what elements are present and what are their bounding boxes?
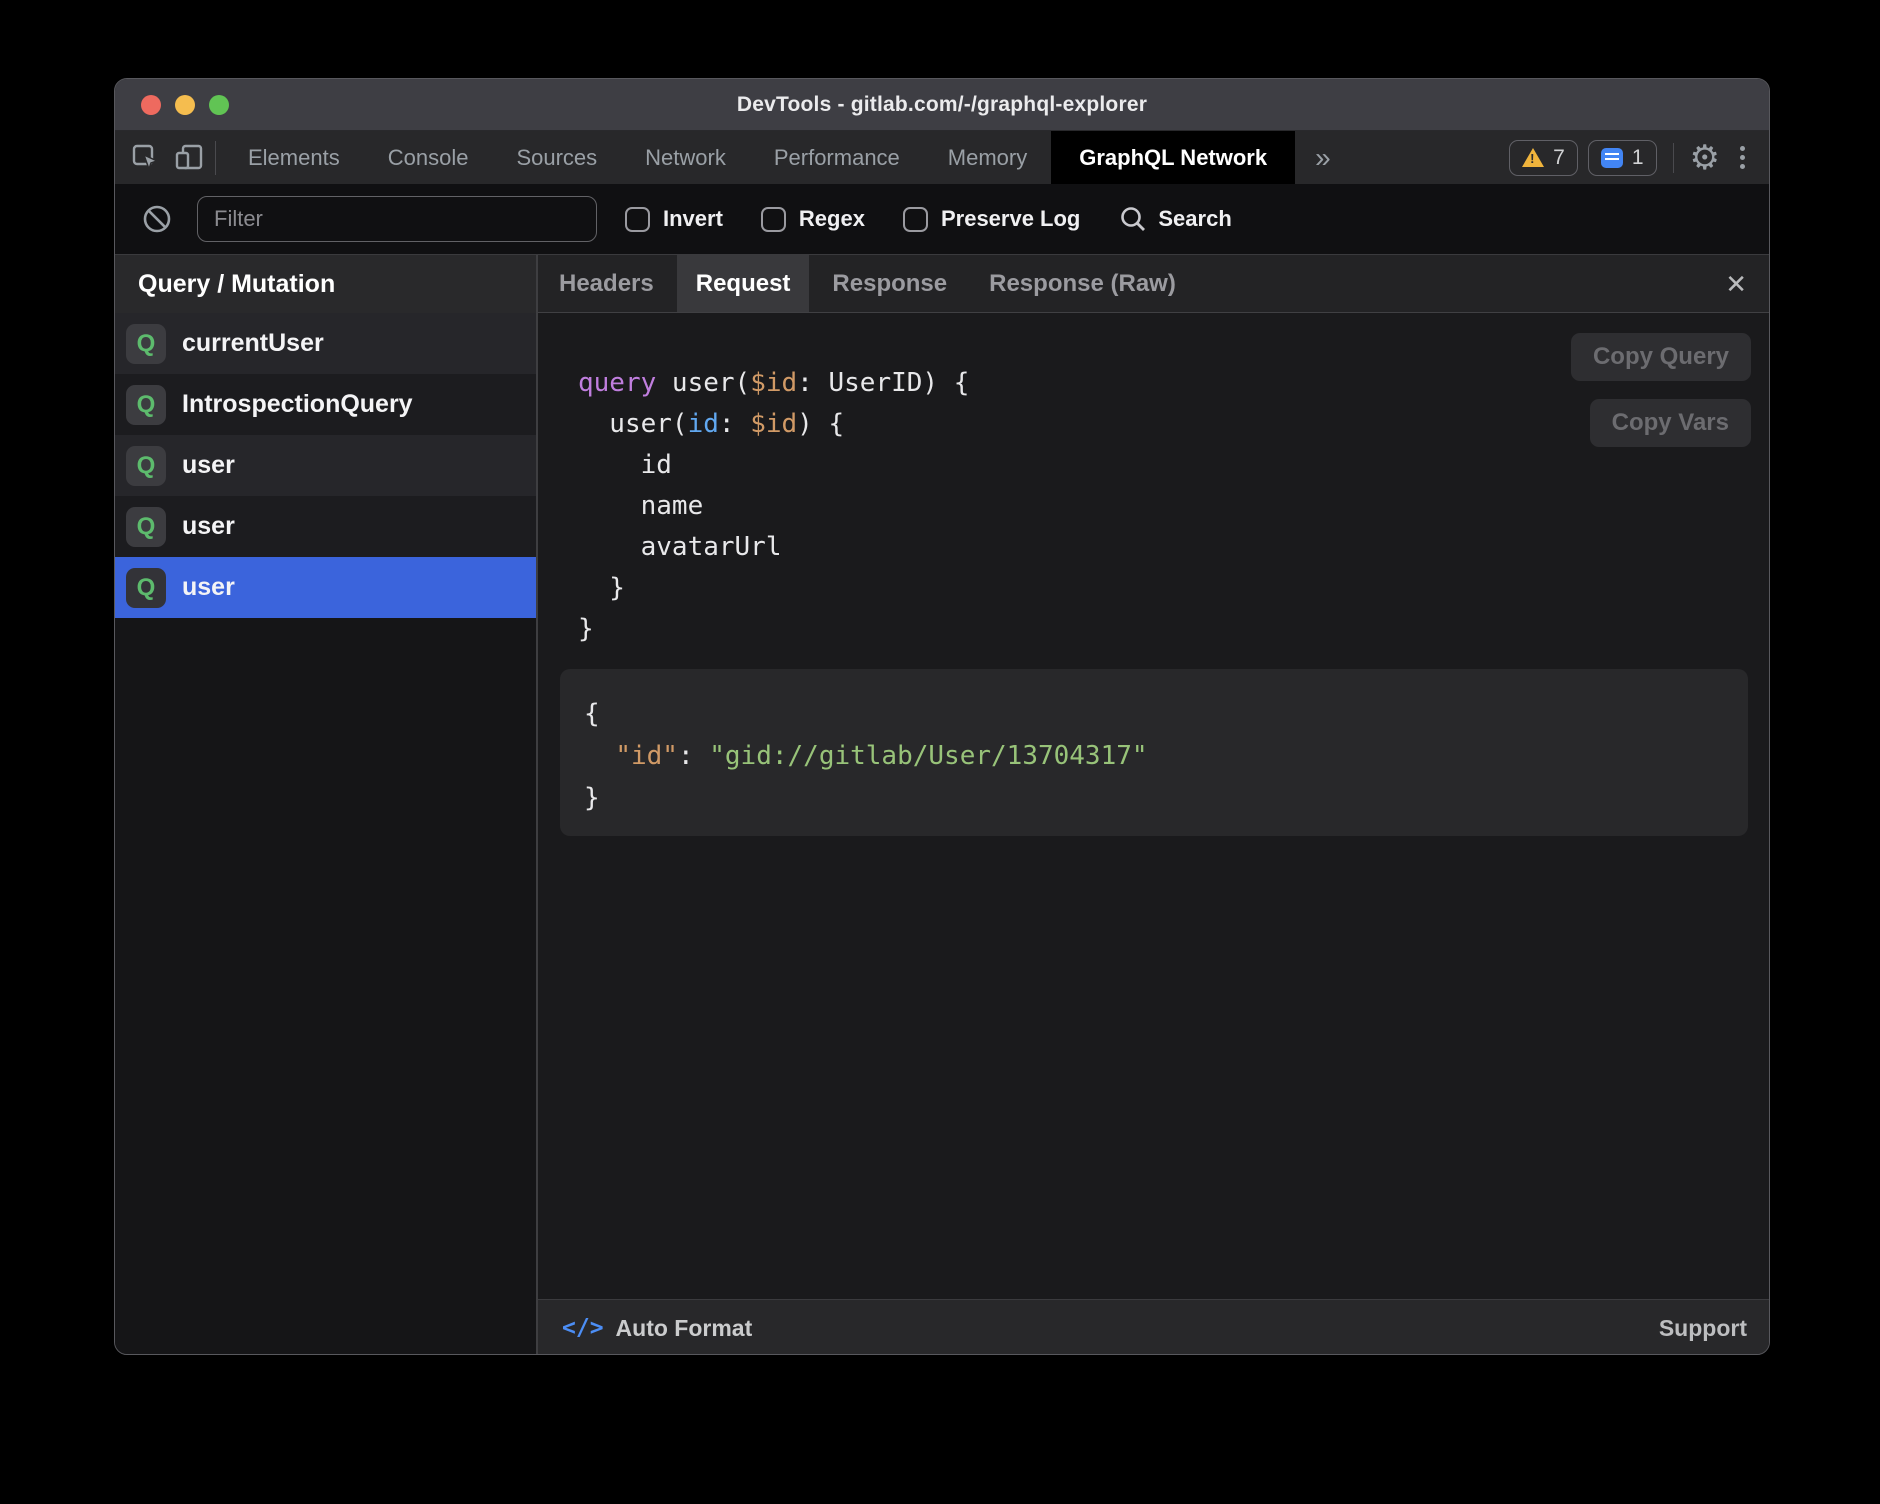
close-window-button[interactable] — [141, 95, 161, 115]
filter-input[interactable] — [197, 196, 597, 242]
request-tab-content: query user($id: UserID) { user(id: $id) … — [538, 313, 1769, 1299]
query-type-badge: Q — [126, 324, 166, 364]
zoom-window-button[interactable] — [209, 95, 229, 115]
search-label: Search — [1158, 206, 1231, 232]
devtools-tab-memory[interactable]: Memory — [924, 131, 1051, 184]
code-line: avatarUrl — [578, 527, 1769, 568]
query-type-badge: Q — [126, 507, 166, 547]
window-title: DevTools - gitlab.com/-/graphql-explorer — [737, 93, 1147, 117]
query-list-item-user-3[interactable]: Quser — [115, 496, 536, 557]
query-list-item-user-4[interactable]: Quser — [115, 557, 536, 618]
code-line: } — [578, 609, 1769, 650]
query-list-item-user-2[interactable]: Quser — [115, 435, 536, 496]
query-type-badge: Q — [126, 446, 166, 486]
code-line: name — [578, 486, 1769, 527]
checkbox-box[interactable] — [761, 207, 786, 232]
clear-filter-icon[interactable] — [141, 203, 173, 235]
code-line: } — [584, 777, 1748, 819]
code-line: { — [584, 693, 1748, 735]
toolbar-divider — [215, 141, 216, 175]
checkbox-preserve-log[interactable]: Preserve Log — [903, 206, 1080, 232]
tab-request[interactable]: Request — [677, 255, 810, 312]
code-line: "id": "gid://gitlab/User/13704317" — [584, 735, 1748, 777]
settings-gear-icon[interactable]: ⚙ — [1690, 141, 1720, 175]
query-type-badge: Q — [126, 568, 166, 608]
inspect-element-icon[interactable] — [131, 143, 161, 173]
tab-response[interactable]: Response — [813, 255, 966, 312]
copy-vars-button[interactable]: Copy Vars — [1590, 399, 1751, 447]
warning-count: 7 — [1553, 146, 1565, 170]
device-toolbar-icon[interactable] — [175, 143, 205, 173]
code-line: id — [578, 445, 1769, 486]
devtools-tab-network[interactable]: Network — [621, 131, 750, 184]
tab-headers[interactable]: Headers — [540, 255, 673, 312]
devtools-tabs: ElementsConsoleSourcesNetworkPerformance… — [224, 131, 1295, 184]
checkbox-regex[interactable]: Regex — [761, 206, 865, 232]
filter-bar: Invert Regex Preserve Log Search — [115, 184, 1769, 255]
search-icon — [1118, 204, 1148, 234]
query-variables-box: { "id": "gid://gitlab/User/13704317"} — [560, 669, 1748, 836]
message-icon — [1601, 148, 1623, 168]
checkbox-label: Regex — [799, 206, 865, 232]
tab-response-raw[interactable]: Response (Raw) — [970, 255, 1195, 312]
toolbar-divider — [1673, 143, 1674, 173]
query-list-sidebar: Query / Mutation QcurrentUserQIntrospect… — [115, 255, 536, 1355]
query-name-label: user — [182, 451, 235, 480]
sidebar-header: Query / Mutation — [115, 255, 536, 313]
query-list: QcurrentUserQIntrospectionQueryQuserQuse… — [115, 313, 536, 618]
devtools-tab-elements[interactable]: Elements — [224, 131, 364, 184]
warning-icon — [1522, 148, 1544, 167]
code-brackets-icon: </> — [562, 1315, 604, 1341]
query-name-label: IntrospectionQuery — [182, 390, 413, 419]
devtools-tab-graphql-network[interactable]: GraphQL Network — [1051, 131, 1295, 184]
request-detail-panel: HeadersRequestResponseResponse (Raw) ✕ qu… — [538, 255, 1769, 1355]
minimize-window-button[interactable] — [175, 95, 195, 115]
query-type-badge: Q — [126, 385, 166, 425]
checkbox-invert[interactable]: Invert — [625, 206, 723, 232]
query-name-label: user — [182, 573, 235, 602]
checkbox-label: Preserve Log — [941, 206, 1080, 232]
devtools-tab-performance[interactable]: Performance — [750, 131, 924, 184]
title-bar: DevTools - gitlab.com/-/graphql-explorer — [115, 79, 1769, 131]
detail-tabs: HeadersRequestResponseResponse (Raw) ✕ — [538, 255, 1769, 313]
copy-query-button[interactable]: Copy Query — [1571, 333, 1751, 381]
panel-footer: </> Auto Format Support — [538, 1299, 1769, 1355]
devtools-tab-console[interactable]: Console — [364, 131, 493, 184]
traffic-lights — [141, 79, 229, 131]
auto-format-label: Auto Format — [616, 1315, 753, 1342]
more-options-icon[interactable] — [1730, 146, 1755, 169]
query-list-item-introspectionquery-1[interactable]: Q IntrospectionQuery — [115, 374, 536, 435]
devtools-tab-bar: ElementsConsoleSourcesNetworkPerformance… — [115, 131, 1769, 184]
issues-badge[interactable]: 1 — [1588, 140, 1657, 176]
query-name-label: user — [182, 512, 235, 541]
auto-format-button[interactable]: </> Auto Format — [562, 1315, 752, 1342]
close-panel-icon[interactable]: ✕ — [1719, 255, 1753, 313]
devtools-window: DevTools - gitlab.com/-/graphql-explorer… — [114, 78, 1770, 1355]
search-control[interactable]: Search — [1118, 204, 1231, 234]
query-list-item-currentuser-0[interactable]: QcurrentUser — [115, 313, 536, 374]
devtools-tab-sources[interactable]: Sources — [492, 131, 621, 184]
support-link[interactable]: Support — [1659, 1315, 1747, 1342]
warnings-badge[interactable]: 7 — [1509, 140, 1578, 176]
more-tabs-icon[interactable]: » — [1295, 131, 1351, 184]
checkbox-box[interactable] — [625, 207, 650, 232]
message-count: 1 — [1632, 146, 1644, 170]
checkbox-box[interactable] — [903, 207, 928, 232]
query-name-label: currentUser — [182, 329, 324, 358]
filter-checkboxes: Invert Regex Preserve Log — [625, 206, 1080, 232]
code-line: } — [578, 568, 1769, 609]
checkbox-label: Invert — [663, 206, 723, 232]
